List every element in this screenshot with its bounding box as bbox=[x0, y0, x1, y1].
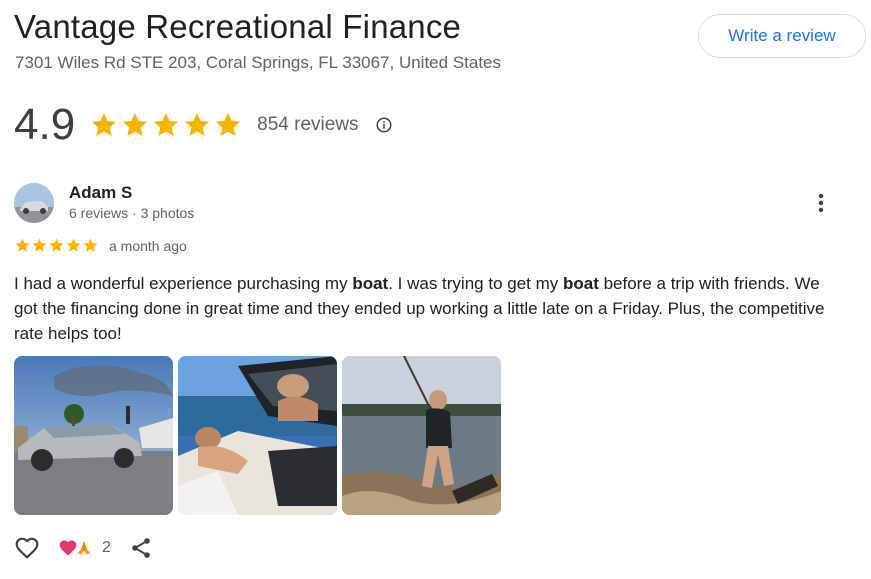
star-icon bbox=[92, 113, 117, 136]
rating-value: 4.9 bbox=[14, 100, 76, 149]
review-photo[interactable] bbox=[342, 356, 501, 515]
review-actions: 2 bbox=[14, 535, 153, 561]
reactions[interactable] bbox=[58, 538, 94, 558]
info-icon[interactable] bbox=[375, 116, 393, 134]
star-icon bbox=[15, 238, 30, 252]
rating-stars bbox=[89, 110, 243, 140]
review-text-part: . I was trying to get my bbox=[388, 274, 563, 293]
review-stars bbox=[14, 237, 99, 254]
review-date: a month ago bbox=[109, 238, 187, 254]
star-icon bbox=[66, 238, 81, 252]
avatar[interactable] bbox=[14, 183, 54, 223]
review-count[interactable]: 854 reviews bbox=[257, 114, 358, 136]
reviewer-meta: 6 reviews · 3 photos bbox=[69, 205, 195, 221]
star-icon bbox=[123, 113, 148, 136]
reviewer-name[interactable]: Adam S bbox=[69, 183, 132, 203]
write-review-button[interactable]: Write a review bbox=[698, 14, 866, 58]
praise-hands-icon bbox=[77, 540, 91, 555]
review-text-part: I had a wonderful experience purchasing … bbox=[14, 274, 353, 293]
business-address: 7301 Wiles Rd STE 203, Coral Springs, FL… bbox=[15, 53, 502, 72]
reaction-count: 2 bbox=[102, 539, 111, 556]
star-icon bbox=[216, 113, 241, 136]
star-icon bbox=[49, 238, 64, 252]
overall-rating: 4.9 854 reviews bbox=[14, 100, 393, 150]
review-photo[interactable] bbox=[14, 356, 173, 515]
star-icon bbox=[154, 113, 179, 136]
review-text-highlight: boat bbox=[562, 274, 599, 293]
more-vert-icon[interactable] bbox=[808, 190, 834, 216]
star-icon bbox=[83, 238, 98, 252]
share-icon[interactable] bbox=[129, 536, 153, 560]
star-icon bbox=[185, 113, 210, 136]
review-photo[interactable] bbox=[178, 356, 337, 515]
star-icon bbox=[32, 238, 47, 252]
business-name: Vantage Recreational Finance bbox=[14, 8, 462, 45]
heart-outline-icon[interactable] bbox=[14, 535, 40, 561]
review-text: I had a wonderful experience purchasing … bbox=[14, 271, 834, 346]
review-text-highlight: boat bbox=[352, 274, 389, 293]
